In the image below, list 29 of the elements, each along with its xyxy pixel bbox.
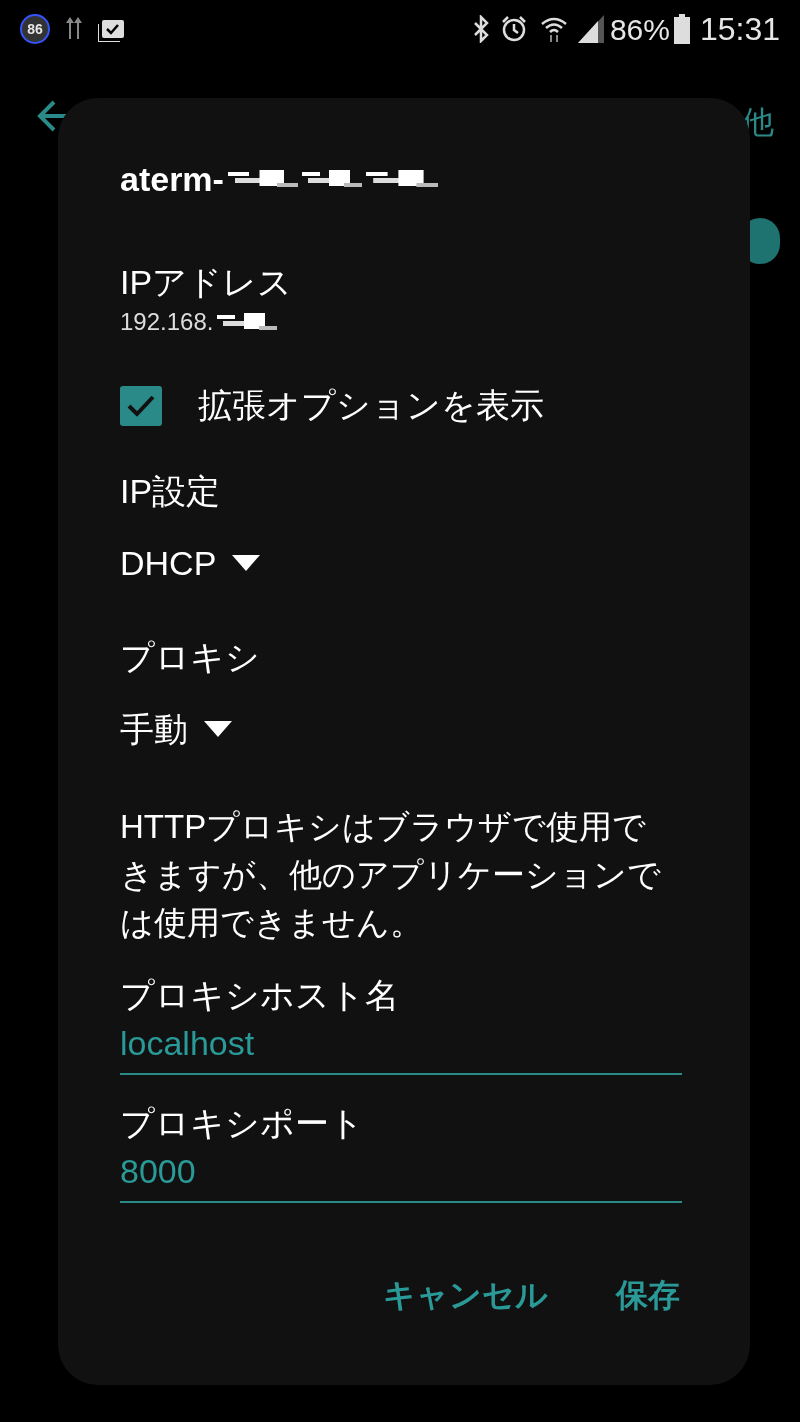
dropdown-arrow-icon <box>232 555 261 571</box>
notification-badge: 86 <box>20 14 50 44</box>
text-field[interactable]: 8000 <box>120 1151 682 1203</box>
check-icon <box>126 393 156 418</box>
redaction-mark <box>301 168 362 190</box>
battery-percent: 86% <box>609 11 670 48</box>
text-field[interactable]: localhost <box>120 1023 682 1075</box>
field-label: IP設定 <box>120 471 221 511</box>
redaction-mark <box>227 168 298 190</box>
ip-address: 192.168. <box>120 307 214 337</box>
dropdown-arrow-icon <box>204 721 232 737</box>
field-label: プロキシ <box>120 637 260 677</box>
dropdown[interactable]: 手動 <box>120 709 232 749</box>
wifi-icon <box>539 15 568 43</box>
redaction-mark <box>217 311 278 333</box>
checkbox-label: 拡張オプションを表示 <box>198 385 544 426</box>
signal-icon <box>577 15 604 43</box>
field-label: IPアドレス <box>120 262 293 302</box>
dialog-button[interactable]: キャンセル <box>383 1271 548 1319</box>
battery-icon <box>673 14 690 44</box>
clock: 15:31 <box>699 10 780 49</box>
bluetooth-icon <box>471 15 490 43</box>
dropdown[interactable]: DHCP <box>120 543 261 583</box>
proxy-note: HTTPプロキシはブラウザで使用できますが、他のアプリケーションでは使用できません。 <box>120 807 662 943</box>
checkbox[interactable] <box>120 385 162 426</box>
dialog-title: aterm- <box>120 158 224 200</box>
field-label: プロキシホスト名 <box>120 975 399 1015</box>
field-label: プロキシポート <box>120 1103 364 1143</box>
dialog-button[interactable]: 保存 <box>616 1271 680 1319</box>
